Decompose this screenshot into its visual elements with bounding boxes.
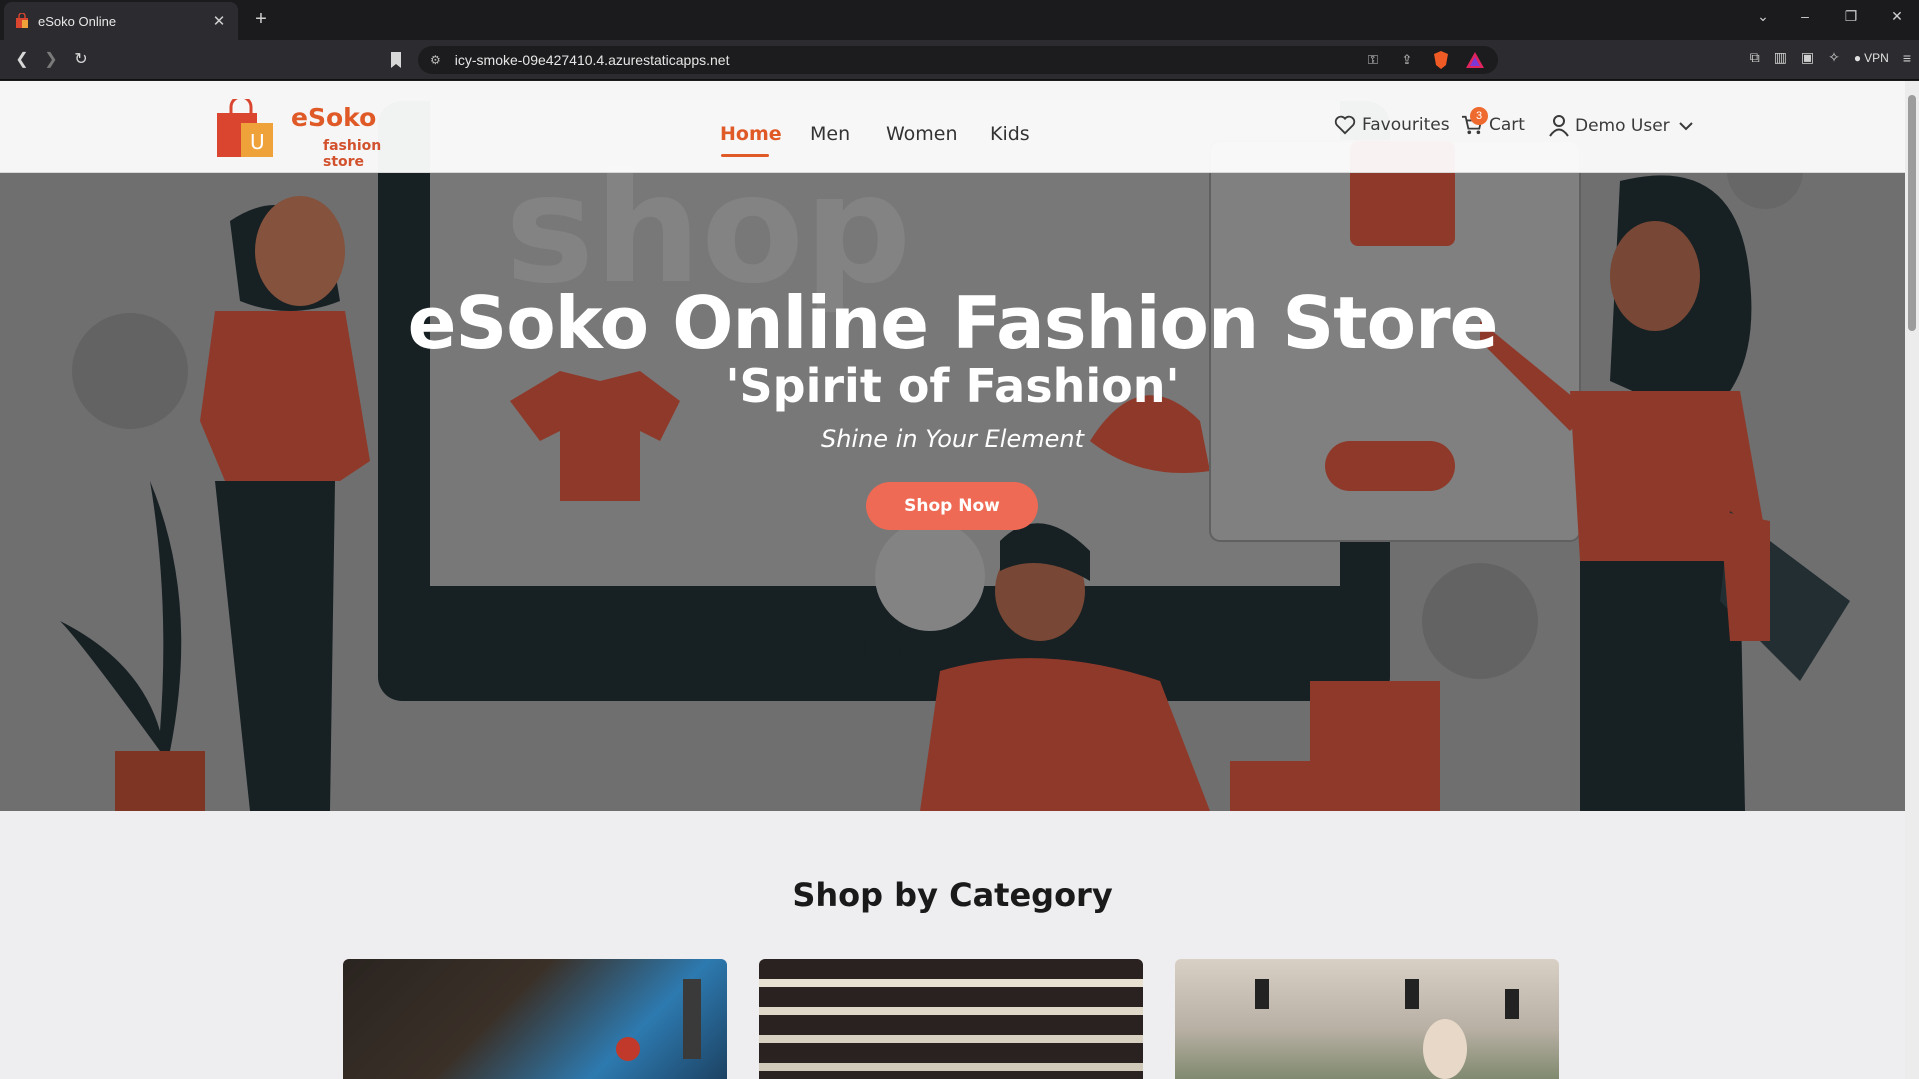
nav-active-underline [721,154,769,157]
browser-tab[interactable]: eSoko Online ✕ [4,2,238,40]
minimize-icon[interactable]: – [1790,8,1820,24]
svg-text:U: U [250,130,265,154]
brand-tagline: fashion store [323,138,382,170]
reload-icon[interactable]: ↻ [71,50,91,70]
category-card-men[interactable] [343,959,727,1079]
vpn-button[interactable]: ● VPN [1854,51,1889,65]
tab-title: eSoko Online [38,13,117,29]
hero-title: eSoko Online Fashion Store [407,281,1499,365]
chevron-down-icon [1678,122,1693,131]
brand-name: eSoko [291,103,377,132]
hero-subtitle: 'Spirit of Fashion' [725,359,1180,413]
page-scrollbar[interactable] [1905,81,1919,1079]
restore-icon[interactable]: ❐ [1836,8,1866,25]
cart-label: Cart [1489,115,1525,135]
hero-tagline: Shine in Your Element [820,425,1084,453]
brave-shield-icon[interactable] [1430,49,1452,71]
shopping-bag-logo-icon: U [217,99,273,157]
wallet-icon[interactable]: ▣ [1801,49,1814,66]
cart-count-badge: 3 [1470,107,1488,125]
scrollbar-thumb[interactable] [1908,95,1916,331]
leo-ai-icon[interactable]: ✧ [1828,49,1840,66]
favourites-link[interactable]: Favourites [1334,115,1450,135]
tab-list-chevron-icon[interactable]: ⌄ [1748,8,1778,25]
nav-kids[interactable]: Kids [990,123,1030,145]
tab-close-icon[interactable]: ✕ [210,12,228,30]
bookmark-icon[interactable] [388,50,404,70]
nav-women[interactable]: Women [886,123,958,145]
heart-icon [1334,115,1356,135]
menu-hamburger-icon[interactable]: ≡ [1903,50,1911,66]
back-icon[interactable]: ❮ [12,50,32,70]
category-image-women [759,979,1143,1071]
vpn-label: VPN [1864,50,1889,65]
user-name: Demo User [1575,116,1670,136]
key-icon[interactable]: ⚿ [1362,49,1384,71]
page-viewport: shop eSoko Online Fashion Store 'Spirit … [0,81,1905,1079]
site-logo[interactable]: U eSoko fashion store [215,95,425,170]
extensions-icon[interactable]: ⧉ [1750,49,1760,66]
favicon-bag-icon [16,13,28,28]
browser-tab-bar: eSoko Online ✕ + ⌄ – ❐ ✕ [0,0,1919,40]
window-close-icon[interactable]: ✕ [1882,8,1912,25]
favourites-label: Favourites [1362,115,1450,135]
forward-icon[interactable]: ❯ [41,50,61,70]
url-bar[interactable]: ⚙ icy-smoke-09e427410.4.azurestaticapps.… [418,46,1498,74]
url-text[interactable]: icy-smoke-09e427410.4.azurestaticapps.ne… [455,52,1350,68]
site-navbar: U eSoko fashion store Home Men Women Kid… [0,81,1905,173]
category-image-men [616,979,701,1061]
share-icon[interactable]: ⇪ [1396,49,1418,71]
category-card-kids[interactable] [1175,959,1559,1079]
hero-banner: shop eSoko Online Fashion Store 'Spirit … [0,81,1905,811]
shop-now-button[interactable]: Shop Now [866,482,1038,530]
category-image-kids [1255,979,1519,1079]
category-card-women[interactable] [759,959,1143,1079]
address-toolbar: ❮ ❯ ↻ ⚙ icy-smoke-09e427410.4.azurestati… [0,40,1919,80]
new-tab-icon[interactable]: + [250,8,272,30]
nav-home[interactable]: Home [720,123,782,145]
rewards-triangle-icon[interactable] [1464,49,1486,71]
sidebar-icon[interactable]: ▥ [1774,49,1787,66]
site-settings-icon[interactable]: ⚙ [430,53,441,67]
vpn-dot-icon: ● [1853,50,1862,65]
category-heading: Shop by Category [792,876,1113,914]
user-menu[interactable]: Demo User [1549,115,1700,137]
user-icon [1549,115,1569,137]
nav-men[interactable]: Men [810,123,850,145]
